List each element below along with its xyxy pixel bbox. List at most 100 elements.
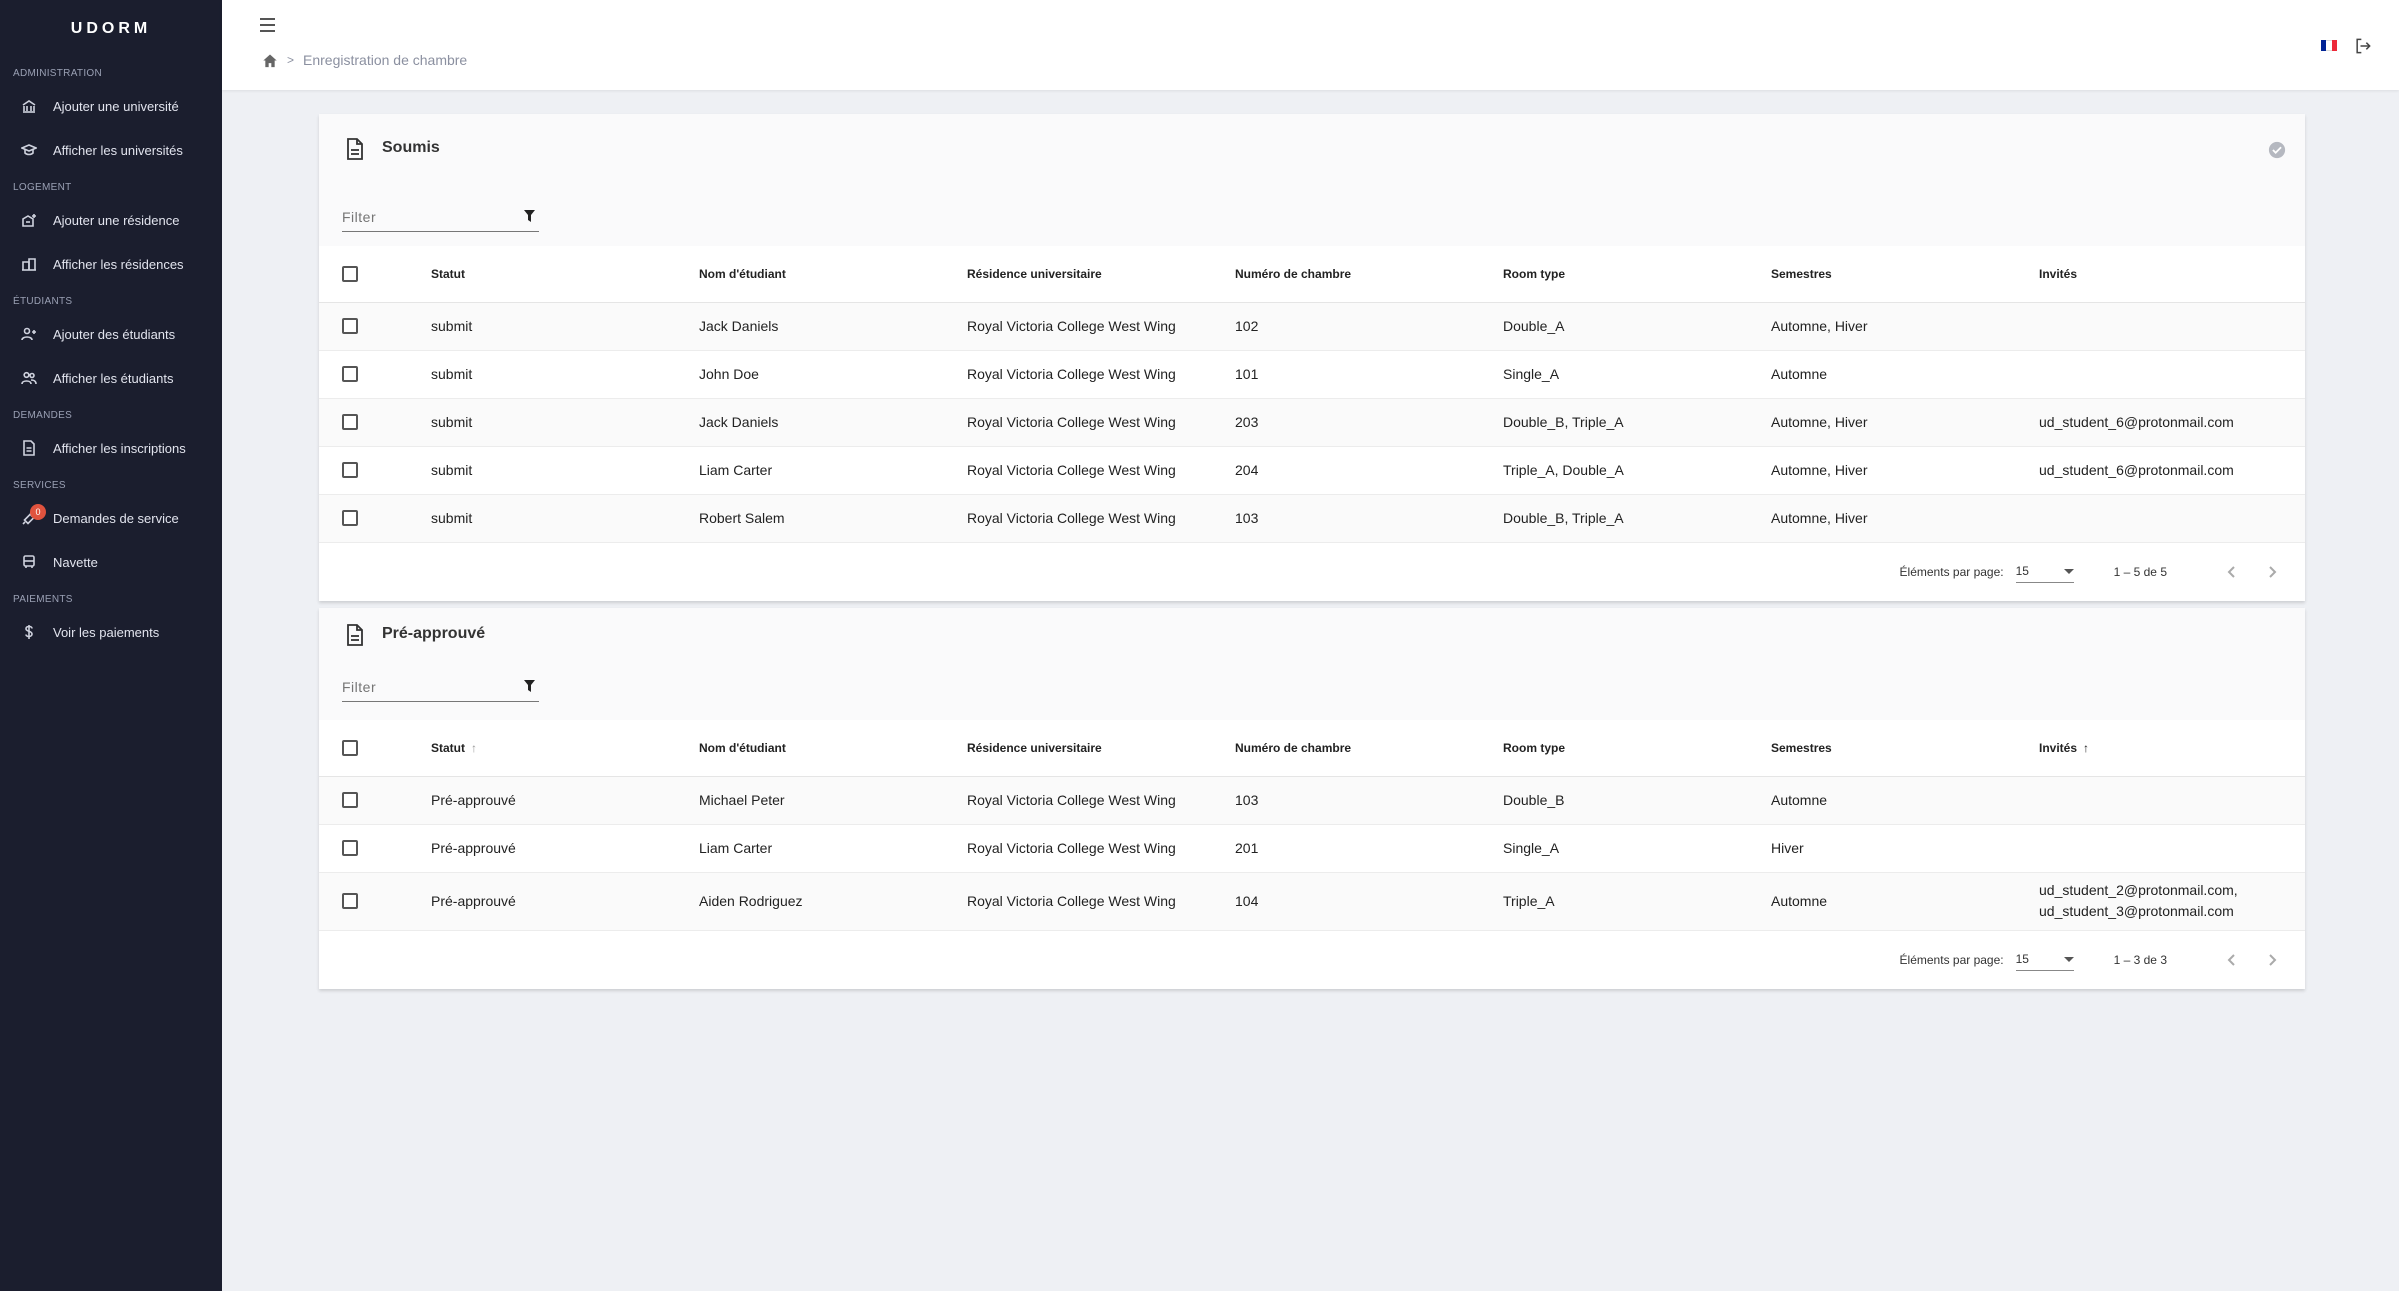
next-page-button[interactable] xyxy=(2257,945,2287,975)
table-row[interactable]: Pré-approuvé Liam Carter Royal Victoria Co… xyxy=(319,824,2305,873)
table-cell: Liam Carter xyxy=(699,446,967,495)
french-flag-icon[interactable] xyxy=(2321,40,2337,51)
sidebar-item-label: Voir les paiements xyxy=(53,624,160,640)
table-cell: Single_A xyxy=(1503,824,1771,873)
sidebar-item-afficher-les-residences[interactable]: Afficher les résidences xyxy=(0,242,222,286)
table-header-row: Statut ↑ Nom d'étudiant Résidence univers… xyxy=(319,720,2305,777)
next-page-button[interactable] xyxy=(2257,557,2287,587)
sidebar-item-navette[interactable]: Navette xyxy=(0,540,222,584)
column-header[interactable]: Nom d'étudiant xyxy=(699,720,967,777)
page-size-select[interactable]: 15 xyxy=(2015,949,2074,971)
submitted-filter-input[interactable] xyxy=(342,204,512,230)
table-row[interactable]: submit Jack Daniels Royal Victoria College… xyxy=(319,302,2305,351)
column-header[interactable]: Room type xyxy=(1503,246,1771,303)
nav-section-title: ADMINISTRATION xyxy=(13,68,103,79)
select-all-checkbox[interactable] xyxy=(342,739,358,756)
table-row[interactable]: Pré-approuvé Michael Peter Royal Victoria … xyxy=(319,776,2305,825)
column-header[interactable]: Statut xyxy=(431,246,699,303)
column-header[interactable]: Room type xyxy=(1503,720,1771,777)
caret-down-icon xyxy=(2063,568,2074,574)
preapproved-filter-input[interactable] xyxy=(342,674,512,700)
table-row[interactable]: Pré-approuvé Aiden Rodriguez Royal Victori… xyxy=(319,872,2305,931)
table-cell: Royal Victoria College West Wing xyxy=(967,872,1235,931)
table-cell: Automne, Hiver xyxy=(1771,494,2039,543)
table-cell: Jack Daniels xyxy=(699,398,967,447)
table-row[interactable]: submit Jack Daniels Royal Victoria College… xyxy=(319,398,2305,447)
sidebar-item-ajouter-une-residence[interactable]: Ajouter une résidence xyxy=(0,198,222,242)
row-checkbox[interactable] xyxy=(342,462,358,478)
home-icon[interactable] xyxy=(262,53,278,68)
sidebar-item-demandes-de-service[interactable]: 0 Demandes de service xyxy=(0,496,222,540)
table-row[interactable]: submit John Doe Royal Victoria College Wes… xyxy=(319,350,2305,399)
preapproved-table: Statut ↑ Nom d'étudiant Résidence univers… xyxy=(319,720,2305,931)
graduation-cap-icon xyxy=(20,141,38,159)
table-cell: Automne xyxy=(1771,350,2039,399)
table-cell: Automne, Hiver xyxy=(1771,446,2039,495)
table-cell: submit xyxy=(431,494,699,543)
logout-icon[interactable] xyxy=(2353,36,2373,56)
table-cell: John Doe xyxy=(699,350,967,399)
previous-page-button[interactable] xyxy=(2217,557,2247,587)
row-checkbox[interactable] xyxy=(342,840,358,856)
table-cell: Liam Carter xyxy=(699,824,967,873)
sidebar-item-voir-les-paiements[interactable]: Voir les paiements xyxy=(0,610,222,654)
column-header[interactable]: Invités ↑ xyxy=(2039,720,2305,777)
previous-page-button[interactable] xyxy=(2217,945,2247,975)
column-header[interactable]: Numéro de chambre xyxy=(1235,246,1503,303)
table-row[interactable]: submit Liam Carter Royal Victoria College … xyxy=(319,446,2305,495)
table-cell: Double_B xyxy=(1503,776,1771,825)
submitted-filter xyxy=(342,204,539,232)
sidebar-item-afficher-les-universites[interactable]: Afficher les universités xyxy=(0,128,222,172)
table-row[interactable]: submit Robert Salem Royal Victoria College… xyxy=(319,494,2305,543)
preapproved-table-body: Pré-approuvé Michael Peter Royal Victoria … xyxy=(319,776,2305,931)
sidebar-item-ajouter-des-etudiants[interactable]: Ajouter des étudiants xyxy=(0,312,222,356)
users-icon xyxy=(20,369,38,387)
menu-toggle-button[interactable] xyxy=(260,18,280,34)
row-checkbox[interactable] xyxy=(342,792,358,808)
table-cell: Double_B, Triple_A xyxy=(1503,398,1771,447)
column-header[interactable]: Semestres xyxy=(1771,720,2039,777)
row-checkbox[interactable] xyxy=(342,366,358,382)
hamburger-icon xyxy=(260,18,275,20)
submitted-card-header: Soumis xyxy=(319,114,2305,204)
sidebar-item-afficher-les-etudiants[interactable]: Afficher les étudiants xyxy=(0,356,222,400)
column-header[interactable]: Résidence universitaire xyxy=(967,246,1235,303)
nav-list: ADMINISTRATION Ajouter une université Af… xyxy=(0,58,222,654)
sidebar-item-afficher-les-inscriptions[interactable]: Afficher les inscriptions xyxy=(0,426,222,470)
breadcrumb-separator: > xyxy=(287,53,295,67)
table-cell: 103 xyxy=(1235,776,1503,825)
add-building-icon xyxy=(20,211,38,229)
table-cell: 204 xyxy=(1235,446,1503,495)
column-header[interactable]: Invités xyxy=(2039,246,2305,303)
column-header[interactable]: Résidence universitaire xyxy=(967,720,1235,777)
table-cell: Royal Victoria College West Wing xyxy=(967,824,1235,873)
check-circle-icon[interactable] xyxy=(2268,141,2286,159)
row-checkbox[interactable] xyxy=(342,510,358,526)
column-header[interactable]: Semestres xyxy=(1771,246,2039,303)
select-all-checkbox[interactable] xyxy=(342,265,358,282)
table-cell: 201 xyxy=(1235,824,1503,873)
table-cell: Aiden Rodriguez xyxy=(699,872,967,931)
filter-icon[interactable] xyxy=(524,680,535,692)
table-cell: 103 xyxy=(1235,494,1503,543)
column-header[interactable]: Numéro de chambre xyxy=(1235,720,1503,777)
column-header[interactable]: Statut ↑ xyxy=(431,720,699,777)
row-checkbox[interactable] xyxy=(342,318,358,334)
page-size-select[interactable]: 15 xyxy=(2015,561,2074,583)
table-cell: submit xyxy=(431,302,699,351)
column-header[interactable]: Nom d'étudiant xyxy=(699,246,967,303)
filter-icon[interactable] xyxy=(524,210,535,222)
sort-up-arrow-icon: ↑ xyxy=(471,740,477,755)
chevron-right-icon xyxy=(2269,953,2277,966)
preapproved-filter xyxy=(342,674,539,702)
row-checkbox[interactable] xyxy=(342,893,358,909)
table-cell: Automne, Hiver xyxy=(1771,302,2039,351)
row-checkbox[interactable] xyxy=(342,414,358,430)
table-cell: submit xyxy=(431,398,699,447)
sidebar-item-label: Ajouter des étudiants xyxy=(53,326,176,342)
sidebar-item-label: Afficher les universités xyxy=(53,142,183,158)
sidebar-item-ajouter-une-universite[interactable]: Ajouter une université xyxy=(0,84,222,128)
submitted-card: Soumis Statut Nom d'étudiant Résidence u… xyxy=(319,114,2305,601)
table-cell: Automne, Hiver xyxy=(1771,398,2039,447)
header: > Enregistration de chambre xyxy=(222,0,2399,90)
